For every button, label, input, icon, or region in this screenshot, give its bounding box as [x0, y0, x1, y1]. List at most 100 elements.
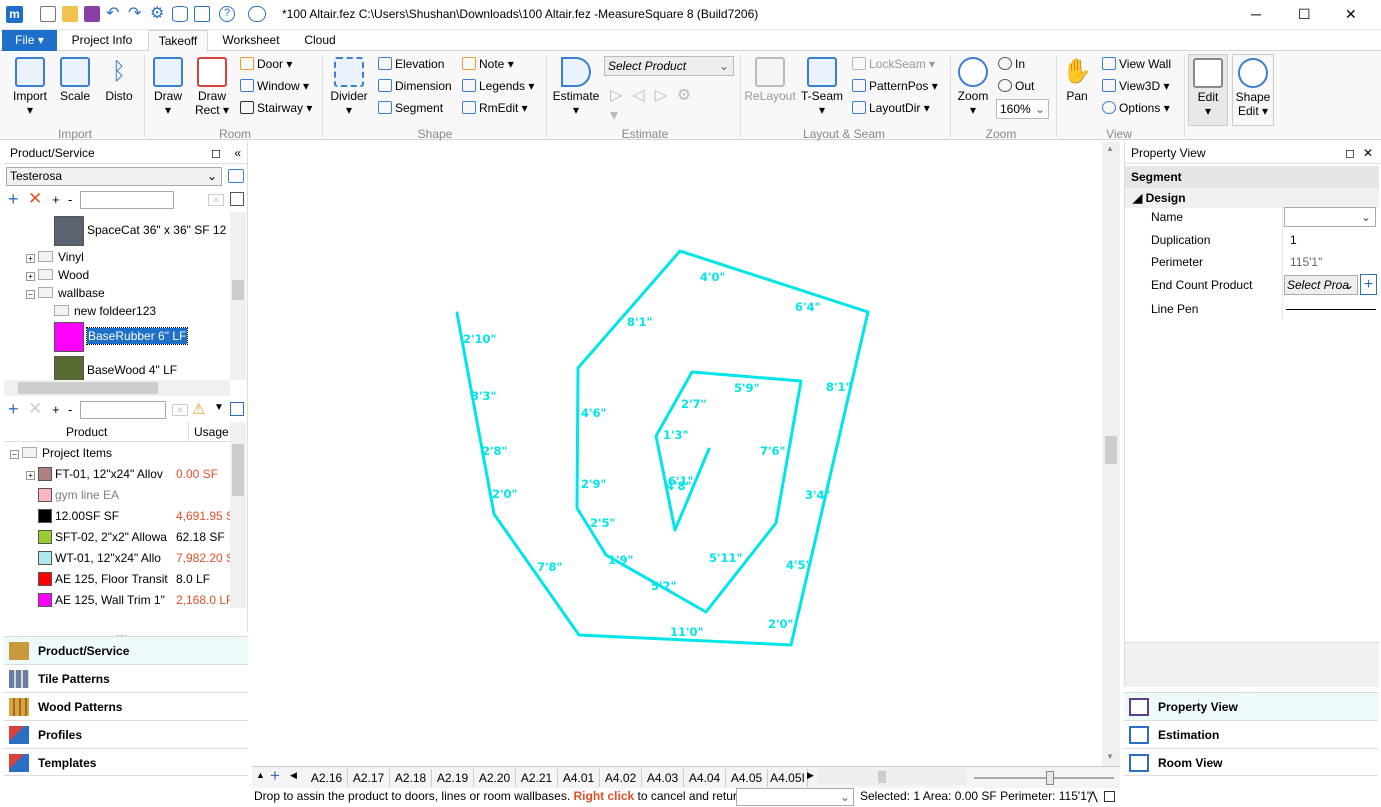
select-product-dropdown[interactable]: Select Product ⌄ [604, 56, 734, 76]
list-item[interactable]: new foldeer123 [54, 302, 156, 320]
product-search-input[interactable] [80, 191, 174, 209]
scale-button[interactable]: Scale [56, 57, 94, 103]
delete-product-icon[interactable]: ✕ [28, 190, 42, 208]
dimension-label[interactable]: 2'7" [681, 397, 707, 411]
dimension-label[interactable]: 8'1" [826, 380, 852, 394]
dimension-label[interactable]: 3'3" [471, 389, 497, 403]
tab-file[interactable]: File ▾ [2, 30, 57, 51]
tab-cloud[interactable]: Cloud [294, 30, 346, 51]
relayout-button[interactable]: ReLayout [744, 57, 796, 103]
import-button[interactable]: Import ▾ [8, 57, 52, 117]
minimize-button[interactable]: ─ [1251, 6, 1261, 22]
dimension-label[interactable]: 5'2" [651, 579, 677, 593]
name-input[interactable]: ⌄ [1284, 207, 1376, 227]
dimension-label[interactable]: 7'6" [760, 444, 786, 458]
collapse-project-icon[interactable]: - [68, 402, 72, 417]
open-folder-icon[interactable] [62, 6, 78, 22]
edit-button[interactable]: Edit ▾ [1188, 54, 1228, 126]
column-header-usage[interactable]: Usage [194, 425, 229, 439]
column-header-product[interactable]: Product [66, 425, 107, 439]
clear-project-search-icon[interactable]: ✕ [172, 404, 188, 416]
zoom-out-button[interactable]: Out [998, 76, 1034, 96]
collapse-all-icon[interactable]: - [68, 192, 72, 207]
table-row[interactable]: 12.00SF SF 4,691.95 SF [26, 507, 230, 525]
list-item[interactable]: BaseWood 4" LF [54, 354, 177, 380]
estimate-button[interactable]: Estimate ▾ [552, 57, 600, 117]
options-button[interactable]: Options ▾ [1102, 98, 1170, 118]
status-collapse-icon[interactable]: ⋀ [1088, 788, 1098, 805]
sheet-up-icon[interactable]: ▲ [256, 770, 265, 780]
elevation-button[interactable]: Elevation [378, 54, 444, 74]
dimension-label[interactable]: 4'5" [786, 558, 812, 572]
zoom-level-dropdown[interactable]: 160% ⌄ [996, 99, 1049, 119]
estimate-play-icon[interactable]: ▷◁▷⚙ ▾ [610, 85, 730, 124]
catalog-cubes-icon[interactable] [228, 169, 244, 183]
list-item[interactable]: BaseRubber 6" LF [54, 320, 189, 352]
settings-gear-icon[interactable]: ⚙ [150, 6, 166, 22]
list-item[interactable]: − Project Items [10, 444, 112, 462]
table-row[interactable]: + FT-01, 12"x24" Allov 0.00 SF [26, 465, 230, 483]
zoom-button[interactable]: Zoom ▾ [954, 57, 992, 117]
nav-wood-patterns[interactable]: Wood Patterns [4, 692, 248, 720]
dimension-label[interactable]: 1'9" [608, 553, 634, 567]
rmedit-button[interactable]: RmEdit ▾ [462, 98, 528, 118]
dimension-label[interactable]: 3'4" [805, 488, 831, 502]
tree-hscroll[interactable] [4, 380, 230, 396]
add-sheet-icon[interactable]: + [270, 766, 280, 786]
draw-button[interactable]: Draw ▾ [150, 57, 186, 117]
nav-templates[interactable]: Templates [4, 748, 248, 776]
table-row[interactable]: AE 125, Wall Trim 1" 2,168.0 LF [26, 591, 230, 608]
expand-all-icon[interactable]: + [52, 192, 60, 207]
pan-button[interactable]: ✋ Pan [1060, 57, 1094, 103]
table-row[interactable]: SFT-02, 2"x2" Allowa 62.18 SF [26, 528, 230, 546]
disto-button[interactable]: ᛒ Disto [100, 57, 138, 103]
redo-icon[interactable]: ↷ [128, 6, 144, 22]
add-project-item-icon[interactable]: + [8, 400, 19, 418]
grid-view-icon[interactable] [230, 402, 244, 416]
maximize-button[interactable]: ☐ [1298, 6, 1311, 23]
sheet-tab[interactable]: A4.05I [768, 769, 808, 787]
sheet-tab[interactable]: A2.20 [474, 769, 516, 787]
sheet-next-icon[interactable]: ▶ [807, 770, 814, 781]
sheet-tab[interactable]: A4.02 [600, 769, 642, 787]
close-button[interactable]: ✕ [1345, 6, 1357, 23]
help-icon[interactable]: ? [219, 6, 235, 22]
door-button[interactable]: Door ▾ [240, 54, 292, 74]
dimension-label[interactable]: 2'0" [492, 487, 518, 501]
list-item[interactable]: + Vinyl [26, 248, 84, 266]
sheet-tab[interactable]: A2.18 [390, 769, 432, 787]
segment-button[interactable]: Segment [378, 98, 443, 118]
dimension-label[interactable]: 2'8" [482, 444, 508, 458]
dimension-label[interactable]: 2'5" [590, 516, 616, 530]
sheet-tab[interactable]: A2.19 [432, 769, 474, 787]
app-logo-icon[interactable]: m [6, 6, 23, 23]
dimension-label[interactable]: 2'10" [463, 332, 497, 346]
database-icon[interactable] [172, 6, 188, 22]
lockseam-button[interactable]: LockSeam ▾ [852, 54, 935, 74]
nav-room-view[interactable]: Room View [1124, 748, 1378, 776]
divider-button[interactable]: Divider ▾ [328, 57, 370, 117]
shape-edit-button[interactable]: Shape Edit ▾ [1232, 54, 1274, 126]
zoom-in-button[interactable]: In [998, 54, 1025, 74]
dimension-label[interactable]: 7'8" [537, 560, 563, 574]
dimension-label[interactable]: 5'11" [709, 551, 743, 565]
new-file-icon[interactable] [40, 6, 56, 22]
catalog-dropdown[interactable]: Testerosa ⌄ [6, 167, 222, 186]
sheet-tab[interactable]: A2.21 [516, 769, 558, 787]
sheet-prev-icon[interactable]: ◀ [290, 770, 297, 781]
undo-icon[interactable]: ↶ [106, 6, 122, 22]
dimension-label[interactable]: 11'0" [670, 625, 704, 639]
dimension-label[interactable]: 5'9" [734, 381, 760, 395]
tree-vscroll[interactable] [230, 212, 246, 380]
dimension-label[interactable]: 2'9" [581, 477, 607, 491]
nav-product-service[interactable]: Product/Service [4, 636, 248, 664]
window-button[interactable]: Window ▾ [240, 76, 309, 96]
sheet-tab[interactable]: A2.16 [306, 769, 348, 787]
sheet-tab[interactable]: A4.04 [684, 769, 726, 787]
tab-worksheet[interactable]: Worksheet [216, 30, 286, 51]
panel-layout-icon[interactable] [230, 192, 244, 206]
tab-takeoff[interactable]: Takeoff [148, 30, 208, 52]
dimension-label[interactable]: 2'0" [768, 617, 794, 631]
table-row[interactable]: gym line EA [26, 486, 230, 504]
save-icon[interactable] [84, 6, 100, 22]
